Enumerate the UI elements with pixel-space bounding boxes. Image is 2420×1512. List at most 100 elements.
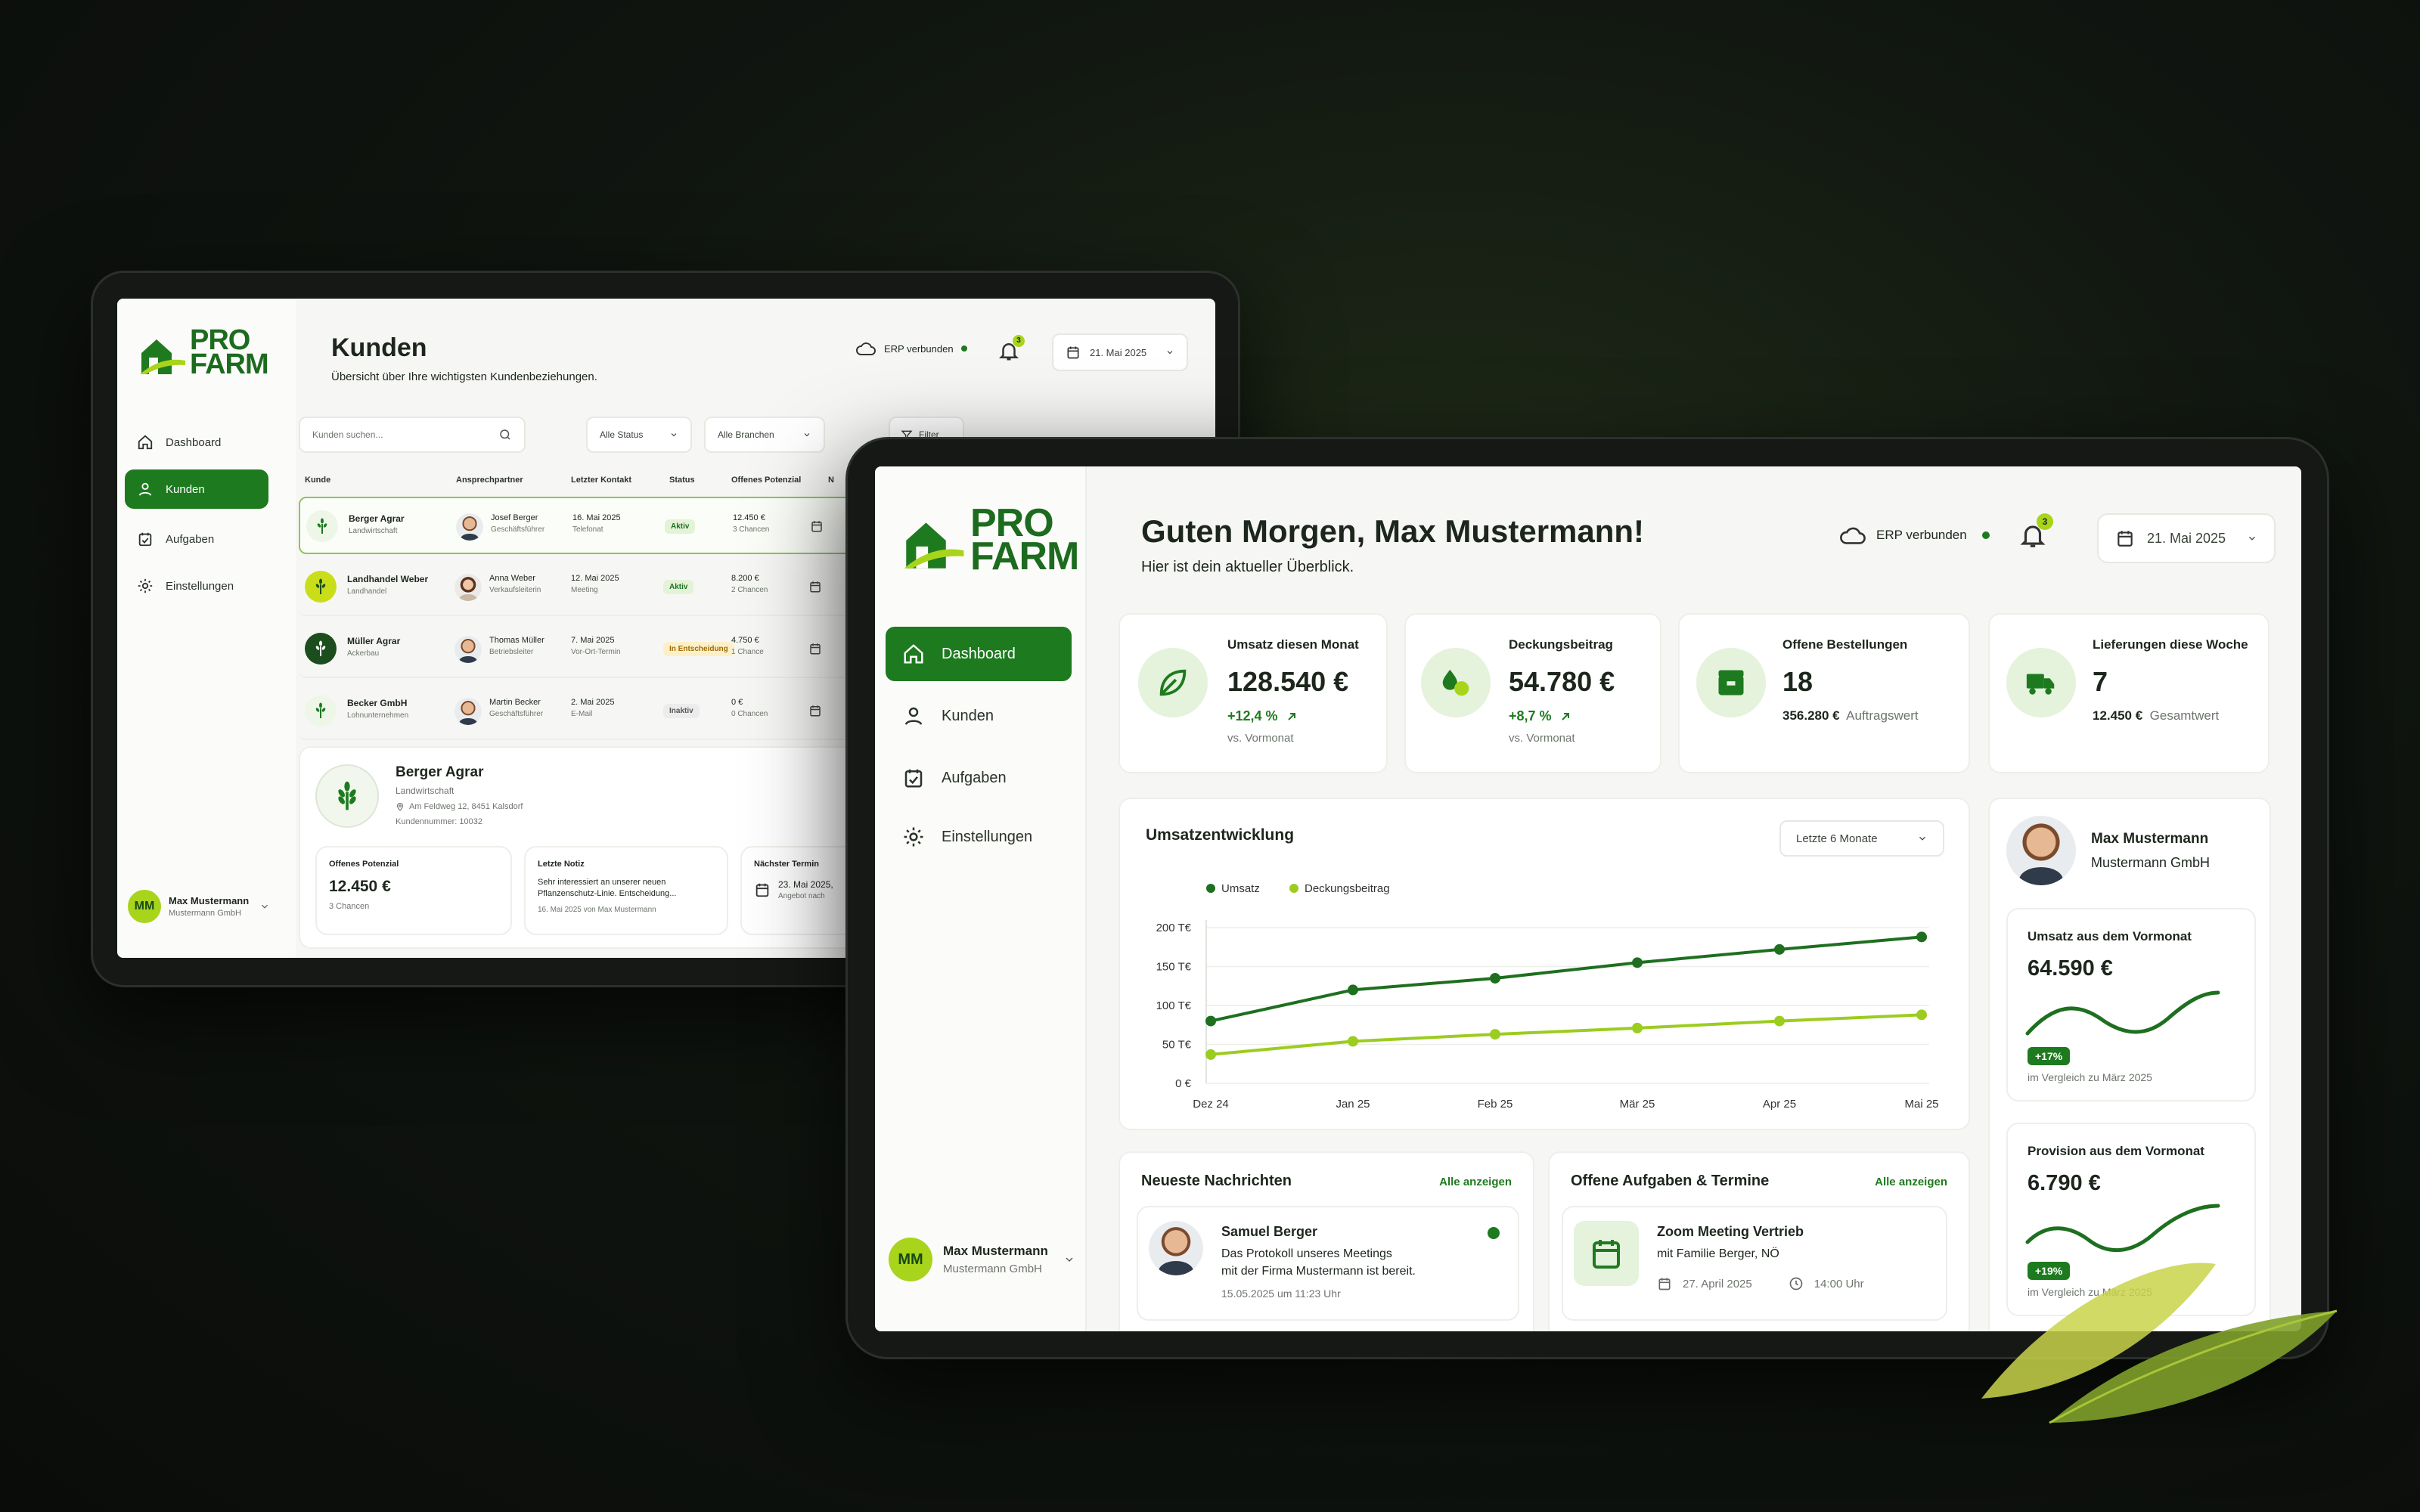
tasks-view-all-link[interactable]: Alle anzeigen — [1875, 1176, 1947, 1188]
notification-badge: 3 — [1013, 335, 1025, 347]
messages-card: Neueste Nachrichten Alle anzeigen Samuel… — [1118, 1151, 1534, 1331]
page-subtitle: Übersicht über Ihre wichtigsten Kundenbe… — [331, 370, 597, 383]
notification-button[interactable]: 3 — [2018, 513, 2053, 553]
nav-item-kunden[interactable]: Kunden — [125, 469, 268, 509]
status-badge: Inaktiv — [663, 704, 700, 718]
potential-label: Offenes Potenzial — [329, 860, 399, 869]
nav-label: Einstellungen — [942, 828, 1033, 845]
messages-view-all-link[interactable]: Alle anzeigen — [1439, 1176, 1512, 1188]
calendar-icon — [810, 705, 821, 717]
potential-amount: 0 € — [731, 698, 743, 707]
nav-item-dashboard[interactable]: Dashboard — [886, 627, 1072, 681]
kpi-sub-line: 12.450 € Gesamtwert — [2093, 708, 2248, 723]
greeting-title: Guten Morgen, Max Mustermann! — [1141, 513, 1645, 549]
profile-panel: Max Mustermann Mustermann GmbH Umsatz au… — [1988, 798, 2271, 1331]
user-menu[interactable]: MM Max Mustermann Mustermann GmbH — [128, 890, 270, 923]
contact-date: 12. Mai 2025 — [571, 574, 619, 583]
task-name: Zoom Meeting Vertrieb — [1657, 1224, 1804, 1239]
wheat-icon — [315, 578, 326, 594]
column-header: Letzter Kontakt — [571, 476, 632, 485]
nav-item-dashboard[interactable]: Dashboard — [125, 423, 268, 462]
y-tick-label: 0 € — [1175, 1077, 1192, 1090]
erp-status: ERP verbunden — [855, 341, 967, 356]
nav-list: Dashboard Kunden Aufgaben Einstellungen — [886, 627, 1072, 864]
nav-item-einstellungen[interactable]: Einstellungen — [125, 566, 268, 606]
customer-type: Ackerbau — [347, 649, 380, 658]
date-picker[interactable]: 21. Mai 2025 — [1052, 333, 1188, 371]
chart-range-select[interactable]: Letzte 6 Monate — [1779, 820, 1944, 857]
customer-type: Landhandel — [347, 587, 387, 596]
kpi-card-lieferungen: Lieferungen diese Woche 7 12.450 € Gesam… — [1988, 613, 2270, 773]
contact-date: 2. Mai 2025 — [571, 698, 615, 707]
filter-branchen-select[interactable]: Alle Branchen — [704, 417, 825, 453]
home-icon — [904, 644, 923, 664]
data-point — [1490, 1029, 1500, 1040]
contact-channel: Vor-Ort-Termin — [571, 648, 621, 656]
erp-label: ERP verbunden — [1876, 528, 1967, 542]
data-point — [1348, 1036, 1358, 1047]
user-company: Mustermann GmbH — [943, 1263, 1042, 1275]
potential-amount: 12.450 € — [733, 513, 765, 522]
nav-label: Aufgaben — [166, 532, 215, 546]
column-header: Status — [669, 476, 695, 485]
status-badge: In Entscheidung — [663, 642, 734, 656]
data-point — [1348, 984, 1358, 996]
kpi-delta-value: +12,4 % — [1227, 708, 1278, 723]
greeting-subtitle: Hier ist dein aktueller Überblick. — [1141, 559, 1354, 575]
messages-title: Neueste Nachrichten — [1141, 1173, 1292, 1189]
kpi-card-bestellungen: Offene Bestellungen 18 356.280 € Auftrag… — [1678, 613, 1970, 773]
unread-dot — [1488, 1227, 1500, 1239]
task-icon-wrap — [1574, 1221, 1639, 1286]
detail-address: Am Feldweg 12, 8451 Kalsdorf — [396, 802, 523, 811]
calendar-icon — [1067, 346, 1079, 359]
search-field[interactable]: Kunden suchen... — [299, 417, 526, 453]
arrow-up-right-icon — [1287, 712, 1295, 720]
kpi-label: Umsatz diesen Monat — [1227, 637, 1359, 652]
notification-button[interactable]: 3 — [997, 335, 1025, 366]
message-item[interactable]: Samuel Berger Das Protokoll unseres Meet… — [1137, 1206, 1519, 1321]
note-line: Pflanzenschutz-Linie. Entscheidung... — [538, 889, 677, 898]
kpi-icon-wrap — [1421, 648, 1491, 717]
contact-avatar — [455, 574, 482, 601]
task-item[interactable]: Zoom Meeting Vertrieb mit Familie Berger… — [1562, 1206, 1947, 1321]
profile-avatar — [2006, 816, 2076, 885]
gear-icon — [904, 827, 923, 847]
nav-item-kunden[interactable]: Kunden — [886, 689, 1072, 743]
nav-item-aufgaben[interactable]: Aufgaben — [886, 751, 1072, 805]
data-point — [1774, 1015, 1785, 1027]
contact-avatar — [455, 636, 482, 663]
mini-value: 6.790 € — [2028, 1171, 2101, 1195]
line-chart: 0 € 50 T€ 100 T€ 150 T€ 200 T€ Dez 24 Jan 25 Fe… — [1156, 882, 1939, 1111]
cloud-icon — [856, 342, 876, 355]
kpi-strong: 356.280 € — [1782, 708, 1840, 723]
profarm-logo: PRO FARM — [902, 503, 1079, 575]
nav-item-aufgaben[interactable]: Aufgaben — [125, 519, 268, 559]
profile-company: Mustermann GmbH — [2091, 855, 2211, 870]
y-tick-label: 50 T€ — [1162, 1039, 1192, 1052]
sparkline-provision — [2025, 1204, 2220, 1252]
pin-icon — [396, 803, 404, 811]
contact-date: 16. Mai 2025 — [572, 513, 621, 522]
calendar-icon — [755, 883, 769, 897]
date-picker[interactable]: 21. Mai 2025 — [2097, 513, 2276, 563]
kpi-strong: 12.450 € — [2093, 708, 2143, 723]
message-line: mit der Firma Mustermann ist bereit. — [1221, 1265, 1416, 1278]
x-tick-label: Jan 25 — [1336, 1098, 1370, 1111]
potential-card: Offenes Potenzial 12.450 € 3 Chancen — [315, 846, 512, 935]
next-date: 23. Mai 2025, — [778, 879, 833, 890]
message-line: Das Protokoll unseres Meetings — [1221, 1247, 1392, 1260]
filter-status-select[interactable]: Alle Status — [586, 417, 692, 453]
data-point — [1774, 943, 1785, 955]
sender-name: Samuel Berger — [1221, 1224, 1318, 1239]
mini-label: Provision aus dem Vormonat — [2028, 1144, 2204, 1158]
status-badge: Aktiv — [665, 519, 696, 534]
filter-status-value: Alle Status — [600, 429, 644, 440]
kpi-value: 54.780 € — [1509, 666, 1615, 697]
user-menu[interactable]: MM Max Mustermann Mustermann GmbH — [889, 1238, 1075, 1281]
potential-sub: 3 Chancen — [329, 902, 370, 911]
wheat-icon — [317, 518, 327, 534]
nav-item-einstellungen[interactable]: Einstellungen — [886, 810, 1072, 864]
chevron-down-icon — [262, 904, 268, 909]
contact-role: Verkaufsleiterin — [489, 586, 541, 594]
search-placeholder: Kunden suchen... — [312, 429, 383, 440]
